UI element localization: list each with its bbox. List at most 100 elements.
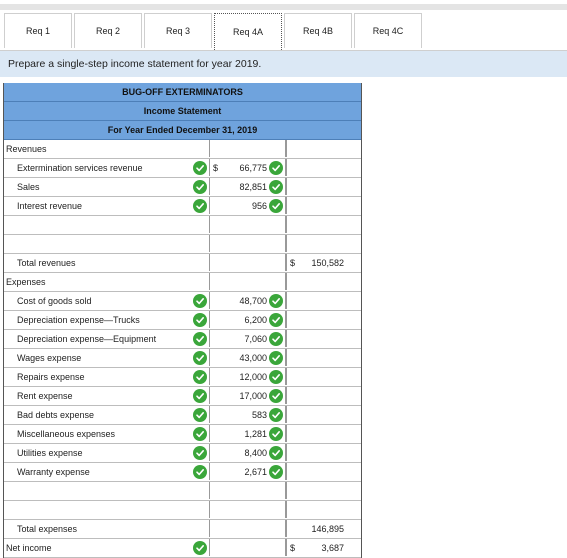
total-input[interactable] <box>286 501 362 518</box>
check-circle-icon <box>269 180 283 194</box>
amount-input[interactable]: 7,060 <box>209 330 286 347</box>
amount-input[interactable]: 1,281 <box>209 425 286 442</box>
row-label-input[interactable]: Depreciation expense—Trucks <box>17 311 202 329</box>
amount-input[interactable] <box>209 140 286 157</box>
row-label-input[interactable]: Utilities expense <box>17 444 202 462</box>
amount-input[interactable]: 12,000 <box>209 368 286 385</box>
total-input[interactable] <box>286 216 362 233</box>
statement-rows: Revenues Extermination services revenue $6… <box>4 140 361 558</box>
row-label-input[interactable]: Cost of goods sold <box>17 292 202 310</box>
row-label-input[interactable]: Revenues <box>6 140 191 158</box>
statement-row: Cost of goods sold 48,700 <box>4 292 361 311</box>
amount-input[interactable] <box>209 273 286 290</box>
amount-input[interactable] <box>209 501 286 518</box>
statement-period: For Year Ended December 31, 2019 <box>4 121 361 140</box>
total-input[interactable] <box>286 368 362 385</box>
total-input[interactable] <box>286 444 362 461</box>
check-circle-icon <box>193 180 207 194</box>
total-input[interactable] <box>286 292 362 309</box>
total-input[interactable]: $3,687 <box>286 539 362 556</box>
row-label-input[interactable]: Wages expense <box>17 349 202 367</box>
check-circle-icon <box>269 199 283 213</box>
row-label-input[interactable] <box>17 235 202 253</box>
amount-value: 2,671 <box>244 467 267 477</box>
statement-row: Total revenues $150,582 <box>4 254 361 273</box>
check-circle-icon <box>269 465 283 479</box>
check-circle-icon <box>193 199 207 213</box>
total-input[interactable] <box>286 178 362 195</box>
total-input[interactable] <box>286 463 362 480</box>
tab-req-4a[interactable]: Req 4A <box>214 13 282 50</box>
amount-value: 583 <box>251 410 267 420</box>
amount-input[interactable]: 583 <box>209 406 286 423</box>
tab-req-2[interactable]: Req 2 <box>74 13 142 48</box>
amount-input[interactable]: 82,851 <box>209 178 286 195</box>
total-input[interactable] <box>286 273 362 290</box>
row-label-input[interactable] <box>17 482 202 500</box>
amount-input[interactable] <box>209 539 286 556</box>
amount-input[interactable]: 17,000 <box>209 387 286 404</box>
total-input[interactable] <box>286 140 362 157</box>
total-input[interactable] <box>286 349 362 366</box>
total-input[interactable] <box>286 330 362 347</box>
amount-input[interactable] <box>209 235 286 252</box>
row-label-input[interactable]: Extermination services revenue <box>17 159 202 177</box>
total-input[interactable] <box>286 311 362 328</box>
amount-value: 1,281 <box>244 429 267 439</box>
total-input[interactable] <box>286 406 362 423</box>
row-label-input[interactable] <box>17 501 202 519</box>
total-input[interactable]: 146,895 <box>286 520 362 537</box>
row-label-input[interactable]: Net income <box>6 539 191 557</box>
statement-row: Sales 82,851 <box>4 178 361 197</box>
amount-input[interactable]: 48,700 <box>209 292 286 309</box>
total-input[interactable] <box>286 235 362 252</box>
tab-req-1[interactable]: Req 1 <box>4 13 72 48</box>
tab-req-3[interactable]: Req 3 <box>144 13 212 48</box>
row-label-input[interactable]: Miscellaneous expenses <box>17 425 202 443</box>
check-circle-icon <box>269 389 283 403</box>
statement-row: Revenues <box>4 140 361 159</box>
total-input[interactable] <box>286 197 362 214</box>
currency-symbol: $ <box>290 543 296 553</box>
row-label-input[interactable]: Total expenses <box>17 520 202 538</box>
amount-input[interactable] <box>209 520 286 537</box>
tab-req-4c[interactable]: Req 4C <box>354 13 422 48</box>
row-label-input[interactable]: Warranty expense <box>17 463 202 481</box>
row-label-input[interactable]: Sales <box>17 178 202 196</box>
statement-row: Wages expense 43,000 <box>4 349 361 368</box>
row-label-input[interactable]: Depreciation expense—Equipment <box>17 330 202 348</box>
amount-value: 6,200 <box>244 315 267 325</box>
amount-input[interactable]: $66,775 <box>209 159 286 176</box>
amount-input[interactable] <box>209 216 286 233</box>
amount-input[interactable]: 8,400 <box>209 444 286 461</box>
check-circle-icon <box>269 370 283 384</box>
check-circle-icon <box>193 370 207 384</box>
amount-value: 43,000 <box>239 353 267 363</box>
instruction-text: Prepare a single-step income statement f… <box>0 51 567 77</box>
statement-row <box>4 482 361 501</box>
total-input[interactable] <box>286 482 362 499</box>
row-label-input[interactable]: Repairs expense <box>17 368 202 386</box>
amount-input[interactable]: 956 <box>209 197 286 214</box>
row-label-input[interactable]: Interest revenue <box>17 197 202 215</box>
total-input[interactable] <box>286 425 362 442</box>
amount-input[interactable] <box>209 482 286 499</box>
total-input[interactable]: $150,582 <box>286 254 362 271</box>
amount-input[interactable]: 43,000 <box>209 349 286 366</box>
total-value: 146,895 <box>311 524 344 534</box>
row-label-input[interactable] <box>17 216 202 234</box>
amount-input[interactable]: 6,200 <box>209 311 286 328</box>
amount-input[interactable]: 2,671 <box>209 463 286 480</box>
row-label-input[interactable]: Rent expense <box>17 387 202 405</box>
row-label-input[interactable]: Expenses <box>6 273 191 291</box>
total-input[interactable] <box>286 159 362 176</box>
total-input[interactable] <box>286 387 362 404</box>
row-label-input[interactable]: Total revenues <box>17 254 202 272</box>
amount-value: 8,400 <box>244 448 267 458</box>
check-circle-icon <box>193 389 207 403</box>
tab-req-4b[interactable]: Req 4B <box>284 13 352 48</box>
check-circle-icon <box>193 465 207 479</box>
check-circle-icon <box>193 427 207 441</box>
row-label-input[interactable]: Bad debts expense <box>17 406 202 424</box>
amount-input[interactable] <box>209 254 286 271</box>
